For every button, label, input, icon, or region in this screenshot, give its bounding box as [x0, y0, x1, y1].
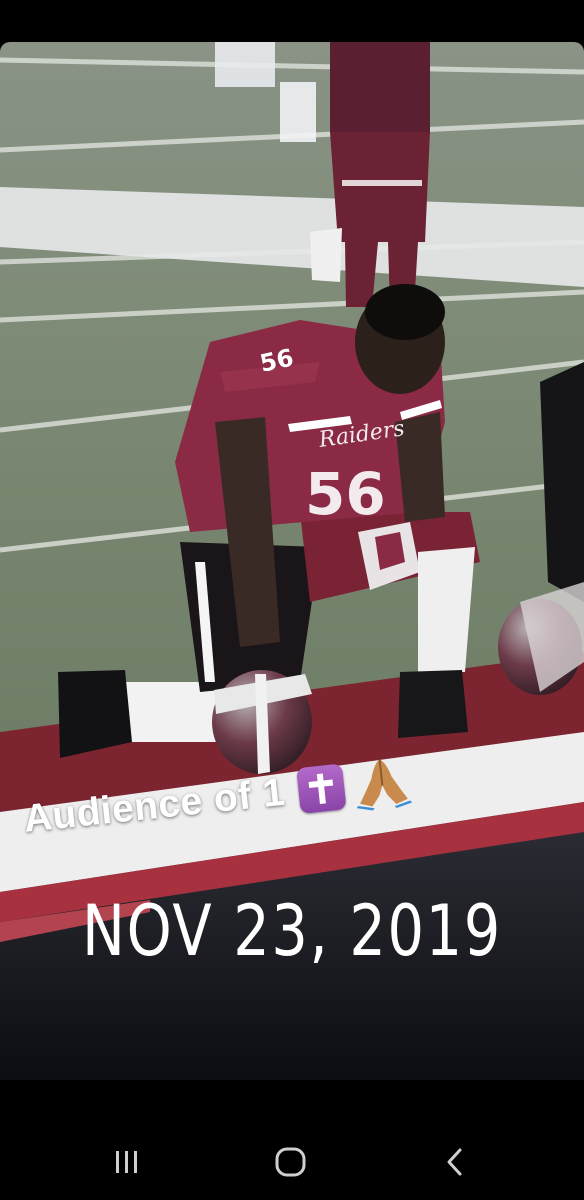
back-button[interactable]	[430, 1142, 480, 1182]
folded-hands-emoji-icon	[356, 759, 413, 811]
phone-screen: 56 56 Raiders Audience of 1 NOV 23, 2019	[0, 0, 584, 1200]
status-bar	[0, 0, 584, 42]
navigation-bar	[0, 1126, 584, 1200]
caption-text: Audience of 1	[21, 770, 287, 841]
recent-apps-button[interactable]	[102, 1142, 152, 1182]
latin-cross-emoji-icon	[296, 763, 347, 815]
story-viewer[interactable]: 56 56 Raiders Audience of 1 NOV 23, 2019	[0, 42, 584, 1080]
jersey-number: 56	[305, 460, 386, 528]
recent-apps-icon	[116, 1151, 137, 1173]
home-button[interactable]	[266, 1142, 316, 1182]
back-icon	[447, 1148, 462, 1176]
home-icon	[275, 1147, 306, 1177]
date-sticker[interactable]: NOV 23, 2019	[53, 890, 532, 972]
